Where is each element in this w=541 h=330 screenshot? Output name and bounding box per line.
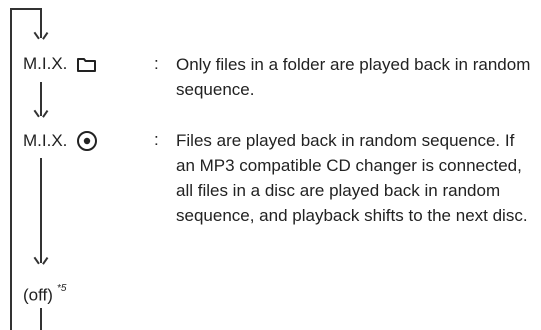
folder-icon [76, 56, 97, 73]
mix-mode-cycle-diagram: M.I.X. : Only files in a folder are play… [0, 0, 541, 330]
footnote-marker: *5 [56, 283, 67, 294]
loop-left-vertical-line [10, 8, 12, 330]
mode-disc-description: Files are played back in random sequence… [176, 131, 528, 225]
mode-folder-description: Only files in a folder are played back i… [176, 55, 531, 99]
mode-off-row: (off) *5 [23, 282, 66, 306]
arrow-line-1 [40, 8, 42, 38]
arrow-line-2 [40, 82, 42, 116]
disc-icon [76, 130, 98, 152]
mode-disc-label: M.I.X. [23, 131, 68, 150]
mode-folder-row: M.I.X. [23, 54, 97, 74]
mode-folder-colon: : [154, 54, 159, 73]
mode-disc-colon: : [154, 130, 159, 149]
mode-disc-row: M.I.X. [23, 130, 98, 152]
loop-top-horizontal-line [10, 8, 41, 10]
mode-off-label: (off) [23, 285, 53, 305]
arrow-line-3 [40, 158, 42, 263]
arrow-line-4 [40, 308, 42, 330]
mode-folder-label: M.I.X. [23, 54, 68, 73]
